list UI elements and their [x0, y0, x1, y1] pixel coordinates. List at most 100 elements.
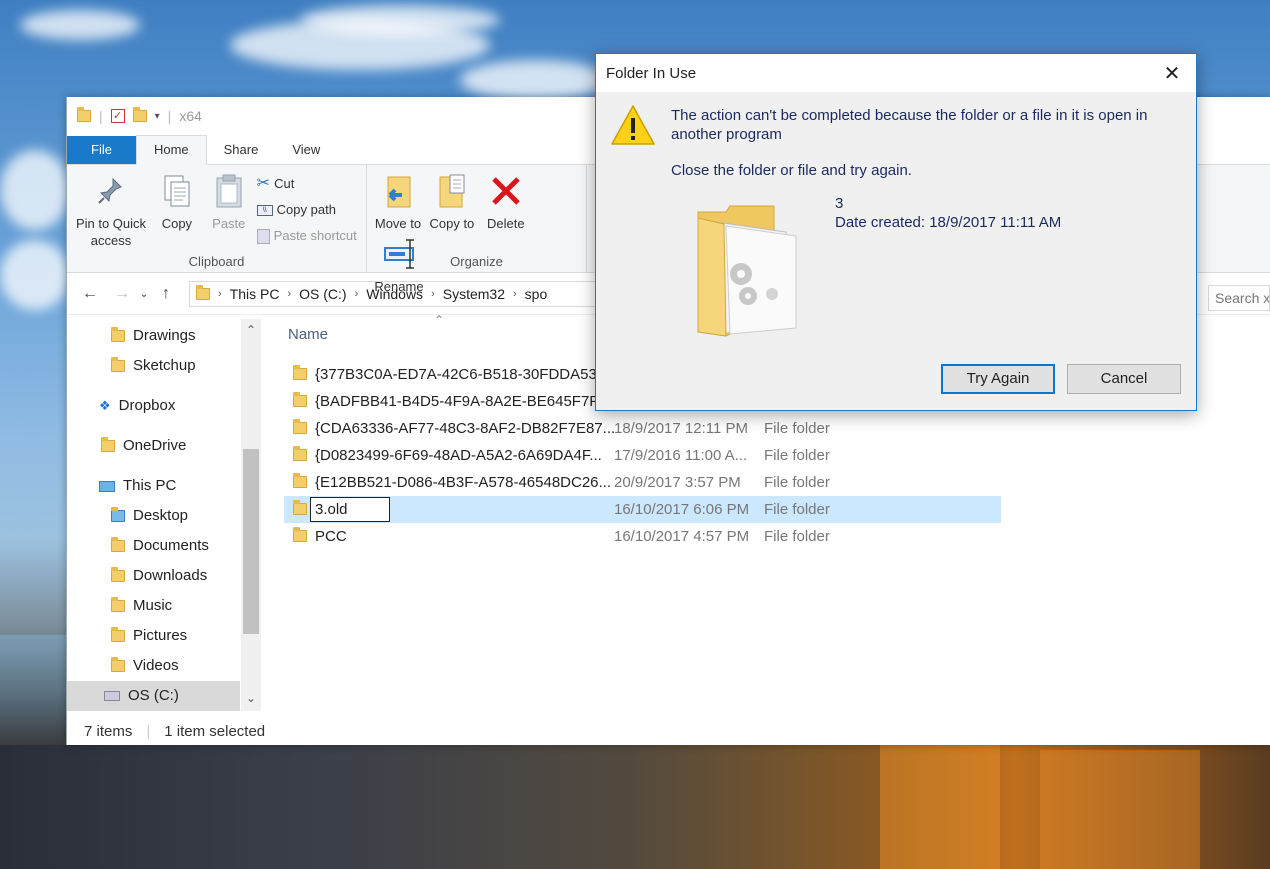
clipboard-group-label: Clipboard [188, 254, 245, 269]
file-date: 17/9/2016 11:00 A... [614, 447, 748, 464]
customize-toolbar-icon[interactable]: ▾ [155, 111, 160, 122]
scroll-down-icon[interactable]: ⌄ [241, 691, 261, 705]
nav-item-label: OS (C:) [128, 687, 179, 704]
delete-label: Delete [486, 216, 525, 231]
separator: | [99, 108, 103, 124]
dialog-instruction: Close the folder or file and try again. [671, 162, 912, 179]
selection-count: 1 item selected [164, 722, 266, 740]
rename-input[interactable]: 3.old [310, 497, 390, 522]
breadcrumb-spool[interactable]: spo [525, 286, 548, 302]
copy-button[interactable]: Copy [153, 169, 201, 232]
list-item[interactable]: {E12BB521-D086-4B3F-A578-46548DC26... 20… [284, 469, 1001, 496]
paste-shortcut-label: Paste shortcut [273, 228, 357, 243]
nav-item-label: Pictures [133, 627, 188, 644]
copy-to-label: Copy to [429, 216, 475, 231]
folder-in-use-dialog: Folder In Use ✕ The action can't be comp… [595, 53, 1197, 411]
tab-view[interactable]: View [275, 136, 337, 164]
new-folder-icon[interactable] [132, 107, 147, 122]
nav-item-drawings[interactable]: Drawings [111, 321, 196, 351]
dialog-item-name: 3 [835, 195, 844, 212]
clipboard-group: Pin to Quick access Copy Paste ✂ Cut \\ … [67, 165, 367, 272]
nav-scrollbar[interactable]: ⌃ ⌄ [241, 319, 261, 711]
nav-item-os-c[interactable]: OS (C:) [67, 681, 240, 711]
file-type: File folder [764, 501, 830, 518]
file-type: File folder [764, 420, 830, 437]
nav-item-videos[interactable]: Videos [111, 651, 179, 681]
scissors-icon: ✂ [256, 175, 271, 192]
folder-icon [293, 419, 307, 434]
file-date: 18/9/2017 12:11 PM [614, 420, 748, 437]
file-name: {E12BB521-D086-4B3F-A578-46548DC26... [315, 474, 612, 491]
chevron-right-icon[interactable]: › [355, 288, 359, 300]
tab-file[interactable]: File [67, 136, 136, 164]
up-arrow-icon[interactable]: ↑ [151, 285, 181, 303]
file-name: PCC [315, 528, 347, 545]
status-bar: 7 items | 1 item selected [67, 717, 367, 745]
chevron-right-icon[interactable]: › [513, 288, 517, 300]
list-item[interactable]: PCC 16/10/2017 4:57 PM File folder [284, 523, 1001, 550]
rename-label: Rename [374, 279, 424, 294]
list-item[interactable]: {CDA63336-AF77-48C3-8AF2-DB82F7E87... 18… [284, 415, 1001, 442]
paste-shortcut-button[interactable]: Paste shortcut [256, 223, 357, 249]
chevron-right-icon[interactable]: › [218, 288, 222, 300]
list-item[interactable]: {D0823499-6F69-48AD-A5A2-6A69DA4F... 17/… [284, 442, 1001, 469]
pin-icon [95, 173, 127, 209]
try-again-button[interactable]: Try Again [941, 364, 1055, 394]
tab-share[interactable]: Share [207, 136, 276, 164]
nav-item-label: OneDrive [123, 437, 187, 454]
nav-item-onedrive[interactable]: OneDrive [101, 431, 186, 461]
paste-icon [213, 173, 245, 209]
cancel-button[interactable]: Cancel [1067, 364, 1181, 394]
copy-path-button[interactable]: \\ Copy path [256, 197, 357, 223]
organize-group: Move to Copy to Delete Rename Organize [367, 165, 587, 294]
folder-icon [293, 392, 307, 407]
nav-item-documents[interactable]: Documents [111, 531, 209, 561]
nav-item-label: Downloads [133, 567, 208, 584]
cut-button[interactable]: ✂ Cut [257, 171, 357, 197]
organize-group-label: Organize [450, 254, 503, 269]
column-header-name[interactable]: Name [288, 326, 328, 343]
move-to-button[interactable]: Move to [373, 169, 423, 232]
chevron-right-icon[interactable]: › [431, 288, 435, 300]
nav-item-sketchup[interactable]: Sketchup [111, 351, 196, 381]
nav-item-downloads[interactable]: Downloads [111, 561, 207, 591]
chevron-right-icon[interactable]: › [287, 288, 291, 300]
pc-icon [99, 480, 115, 492]
file-type: File folder [764, 447, 830, 464]
scroll-thumb[interactable] [243, 449, 259, 634]
nav-item-label: Desktop [133, 507, 189, 524]
breadcrumb-system32[interactable]: System32 [443, 286, 505, 302]
copy-path-label: Copy path [276, 202, 336, 217]
nav-item-music[interactable]: Music [111, 591, 172, 621]
downloads-icon [111, 567, 125, 582]
properties-icon[interactable]: ✓ [110, 109, 125, 123]
dialog-item-date: Date created: 18/9/2017 11:11 AM [835, 214, 1062, 231]
forward-arrow-icon[interactable]: → [107, 285, 137, 303]
folder-icon [293, 500, 307, 515]
breadcrumb-os-c[interactable]: OS (C:) [299, 286, 346, 302]
nav-item-this-pc[interactable]: This PC [99, 471, 176, 501]
recent-locations-chevron-icon[interactable]: ⌄ [137, 287, 151, 300]
nav-item-desktop[interactable]: Desktop [111, 501, 188, 531]
delete-button[interactable]: Delete [481, 169, 531, 232]
list-item-selected[interactable]: 3.old 16/10/2017 6:06 PM File folder [284, 496, 1001, 523]
close-icon[interactable]: ✕ [1160, 61, 1184, 86]
nav-item-pictures[interactable]: Pictures [111, 621, 187, 651]
folder-icon [293, 527, 307, 542]
back-arrow-icon[interactable]: ← [73, 285, 107, 303]
pin-to-quick-access-button[interactable]: Pin to Quick access [73, 169, 149, 249]
folder-icon [111, 357, 125, 372]
drive-icon [104, 691, 120, 701]
nav-item-dropbox[interactable]: ❖ Dropbox [99, 391, 175, 421]
tab-home[interactable]: Home [135, 135, 207, 165]
search-input[interactable]: Search x [1208, 285, 1270, 311]
scroll-up-icon[interactable]: ⌃ [241, 323, 261, 337]
breadcrumb-this-pc[interactable]: This PC [230, 286, 280, 302]
file-name: {377B3C0A-ED7A-42C6-B518-30FDDA53... [315, 366, 610, 383]
folder-icon [293, 365, 307, 380]
file-date: 20/9/2017 3:57 PM [614, 474, 741, 491]
folder-icon [111, 507, 125, 522]
copy-to-button[interactable]: Copy to [427, 169, 477, 232]
paste-button[interactable]: Paste [205, 169, 253, 232]
folder-icon [293, 473, 307, 488]
